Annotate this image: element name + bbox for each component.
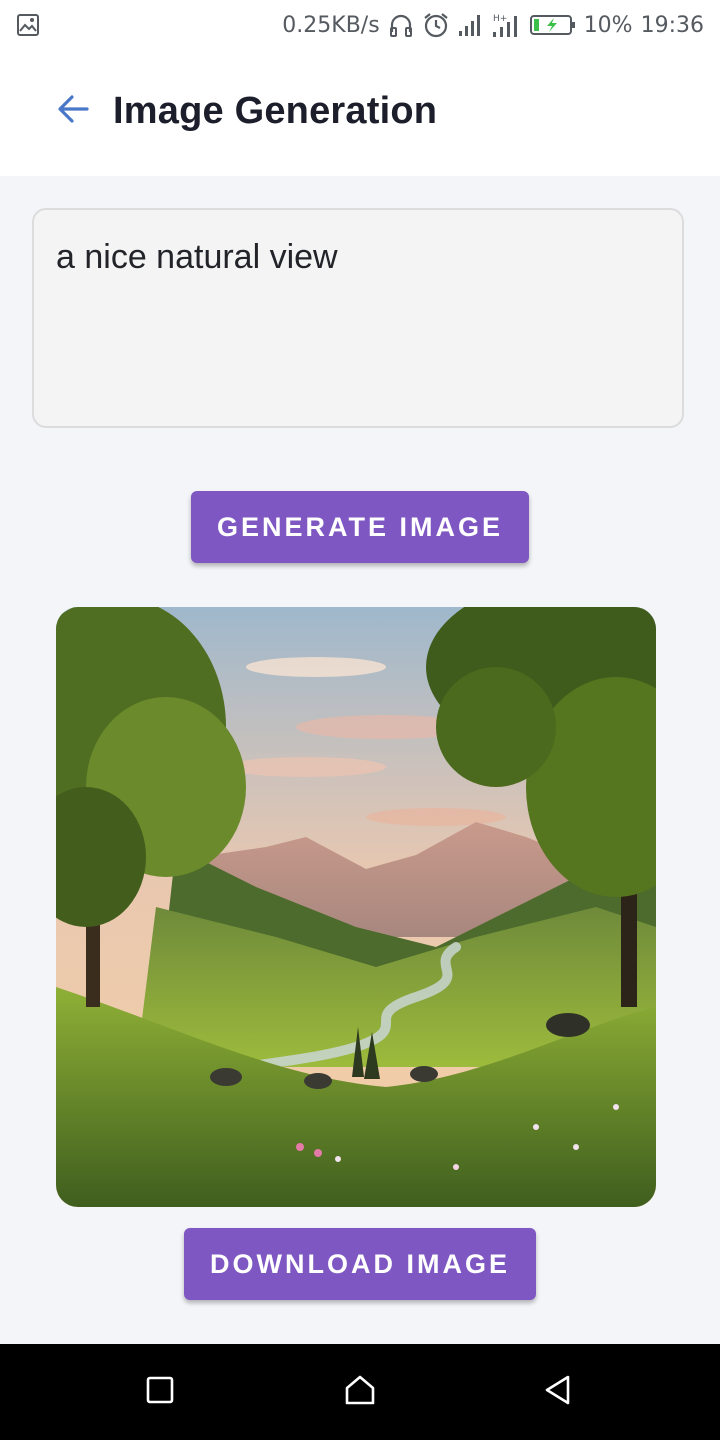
recents-square-icon [145, 1375, 175, 1410]
arrow-left-icon [55, 91, 91, 132]
signal-hplus-icon: H+ [492, 12, 522, 38]
app-bar: Image Generation [0, 50, 720, 176]
system-back-button[interactable] [538, 1372, 578, 1412]
home-icon [344, 1374, 376, 1411]
battery-charging-icon [529, 13, 576, 37]
image-icon [16, 13, 40, 43]
generate-image-button[interactable]: GENERATE IMAGE [191, 491, 529, 563]
svg-text:H+: H+ [493, 14, 507, 24]
headset-icon [388, 12, 414, 38]
generated-image [56, 607, 656, 1207]
recents-button[interactable] [140, 1372, 180, 1412]
status-bar: 0.25KB/s H+ 10% 19:36 [0, 0, 720, 50]
back-triangle-icon [542, 1374, 574, 1411]
download-image-button[interactable]: DOWNLOAD IMAGE [184, 1228, 536, 1300]
home-button[interactable] [340, 1372, 380, 1412]
clock: 19:36 [640, 12, 704, 38]
signal-icon [458, 13, 484, 37]
network-speed: 0.25KB/s [282, 12, 380, 38]
battery-level: 10% [583, 12, 633, 38]
alarm-icon [422, 11, 450, 39]
navigation-bar [0, 1344, 720, 1440]
page-title: Image Generation [113, 90, 438, 132]
prompt-input[interactable]: a nice natural view [32, 208, 684, 428]
back-button[interactable] [50, 88, 96, 134]
